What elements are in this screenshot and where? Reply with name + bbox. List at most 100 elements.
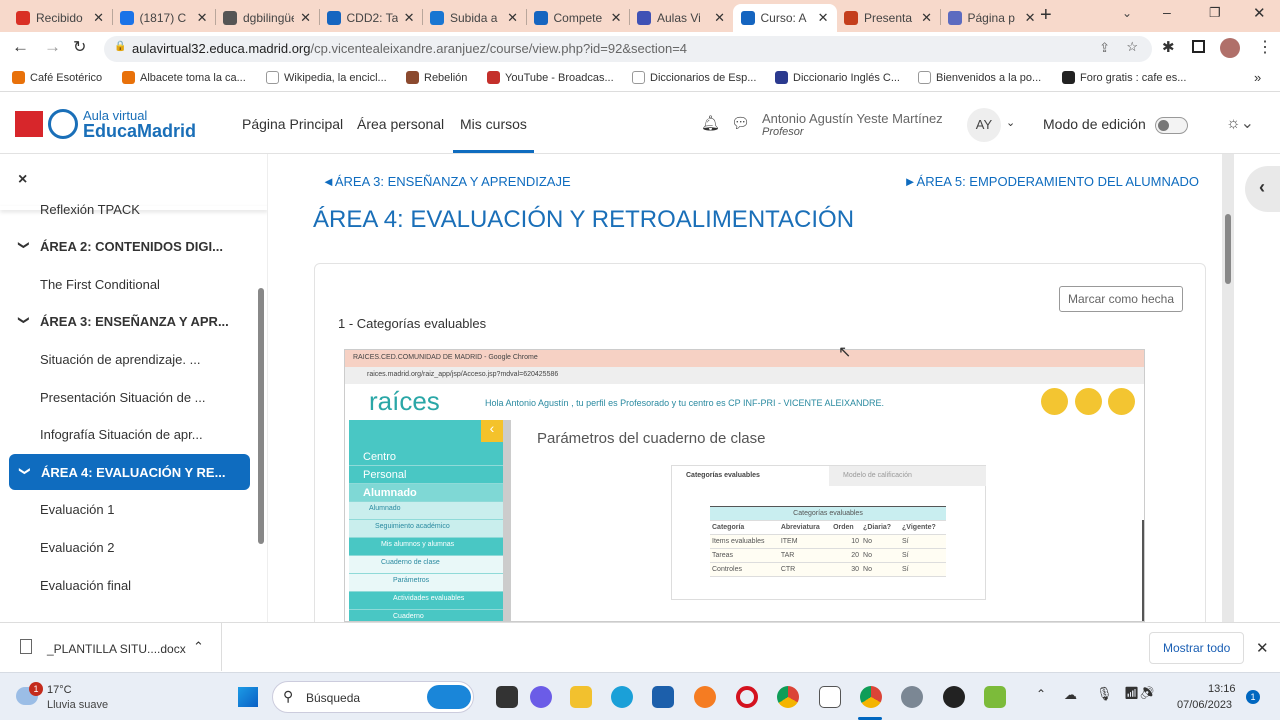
app-icon[interactable] (984, 686, 1006, 708)
theme-icon[interactable]: ☼⌄ (1226, 113, 1254, 133)
settings-icon[interactable] (901, 686, 923, 708)
bookmark-item[interactable]: Wikipedia, la encicl... (266, 71, 387, 84)
clock-date[interactable]: 07/06/2023 (1177, 699, 1232, 711)
firefox-icon[interactable] (694, 686, 716, 708)
browser-tab[interactable]: Aulas Vi ✕ (629, 4, 733, 32)
bookmark-item[interactable]: YouTube - Broadcas... (487, 71, 614, 84)
browser-tab[interactable]: Recibido ✕ (8, 4, 112, 32)
obs-icon[interactable] (943, 686, 965, 708)
file-explorer-icon[interactable] (570, 686, 592, 708)
open-block-drawer-button[interactable]: ‹ (1245, 166, 1280, 212)
chevron-down-icon[interactable]: ❯ (18, 316, 31, 328)
close-download-bar-icon[interactable]: ✕ (1256, 639, 1269, 657)
browser-tab[interactable]: Curso: A ✕ (732, 4, 837, 32)
prev-section-link[interactable]: ◄ÁREA 3: ENSEÑANZA Y APRENDIZAJE (322, 174, 571, 189)
sidebar-activity[interactable]: Evaluación 1 (0, 492, 258, 528)
chevron-down-icon[interactable]: ❯ (18, 241, 31, 253)
minimize-button[interactable]: – (1163, 4, 1171, 20)
forward-icon[interactable]: → (44, 37, 61, 57)
url-input[interactable]: 🔒 aulavirtual32.educa.madrid.org/cp.vicen… (104, 36, 1152, 62)
close-tab-icon[interactable]: ✕ (714, 10, 725, 26)
bookmark-item[interactable]: Albacete toma la ca... (122, 71, 246, 84)
bookmark-item[interactable]: Diccionarios de Esp... (632, 71, 756, 84)
chevron-down-icon[interactable]: ❯ (19, 466, 32, 478)
sidebar-activity[interactable]: The First Conditional (0, 266, 258, 302)
close-tab-icon[interactable]: ✕ (921, 10, 932, 26)
sidebar-section[interactable]: ❯ ÁREA 2: CONTENIDOS DIGI... (0, 229, 258, 265)
nav-mis-cursos[interactable]: Mis cursos (460, 116, 527, 132)
bookmark-item[interactable]: Café Esotérico (12, 71, 102, 84)
wifi-volume-icon[interactable]: 📶︎🔊︎ (1124, 686, 1154, 700)
browser-tab[interactable]: Presenta ✕ (836, 4, 940, 32)
close-drawer-button[interactable]: × (18, 171, 27, 189)
nav-pagina-principal[interactable]: Página Principal (242, 116, 343, 132)
chrome-profile-icon[interactable] (860, 686, 882, 708)
sidebar-activity[interactable]: Situación de aprendizaje. ... (0, 341, 258, 377)
close-tab-icon[interactable]: ✕ (197, 10, 208, 26)
sidebar-activity[interactable]: Presentación Situación de ... (0, 379, 258, 415)
browser-tab[interactable]: (1817) C ✕ (112, 4, 216, 32)
user-menu-chevron-icon[interactable]: ⌄ (1006, 116, 1015, 129)
bookmark-item[interactable]: Diccionario Inglés C... (775, 71, 900, 84)
close-tab-icon[interactable]: ✕ (404, 10, 415, 26)
close-tab-icon[interactable]: ✕ (93, 10, 104, 26)
browser-tab[interactable]: Compete ✕ (526, 4, 630, 32)
onedrive-icon[interactable]: ☁ (1064, 687, 1077, 703)
store-icon[interactable] (652, 686, 674, 708)
taskbar-search[interactable]: ⚲ Búsqueda (272, 681, 474, 713)
task-view-icon[interactable] (496, 686, 518, 708)
bookmark-star-icon[interactable]: ☆ (1126, 39, 1138, 55)
microphone-icon[interactable]: 🎙︎ (1096, 686, 1113, 702)
bookmark-item[interactable]: Foro gratis : cafe es... (1062, 71, 1186, 84)
edge-icon[interactable] (611, 686, 633, 708)
user-avatar[interactable]: AY (967, 108, 1001, 142)
back-icon[interactable]: ← (12, 37, 29, 57)
side-panel-icon[interactable] (1192, 40, 1205, 53)
bookmark-item[interactable]: Bienvenidos a la po... (918, 71, 1041, 84)
sidebar-scrollbar[interactable] (258, 288, 264, 544)
sidebar-activity[interactable]: Evaluación final (0, 567, 258, 603)
close-window-button[interactable]: ✕ (1253, 4, 1266, 22)
close-tab-icon[interactable]: ✕ (611, 10, 622, 26)
bookmark-item[interactable]: Rebelión (406, 71, 467, 84)
sidebar-activity[interactable]: Reflexión TPACK (0, 191, 258, 227)
more-bookmarks-icon[interactable]: » (1254, 70, 1261, 85)
download-file-name[interactable]: _PLANTILLA SITU....docx (47, 642, 186, 656)
browser-tab[interactable]: CDD2: Ta ✕ (319, 4, 423, 32)
bell-icon[interactable]: 🔔︎ (701, 114, 720, 132)
mark-done-button[interactable]: Marcar como hecha (1058, 286, 1183, 312)
browser-tab[interactable]: dgbilingüe ✕ (215, 4, 319, 32)
reload-icon[interactable]: ↻ (73, 37, 86, 57)
sidebar-activity[interactable]: Infografía Situación de apr... (0, 417, 258, 453)
next-section-link[interactable]: ►ÁREA 5: EMPODERAMIENTO DEL ALUMNADO (904, 174, 1199, 189)
browser-tab[interactable]: Subida a ✕ (422, 4, 526, 32)
teams-icon[interactable] (530, 686, 552, 708)
start-button[interactable] (238, 687, 258, 707)
extensions-icon[interactable]: ✱ (1162, 38, 1175, 56)
tab-search-button[interactable]: ⌄ (1122, 6, 1132, 20)
notepad-icon[interactable] (819, 686, 841, 708)
close-tab-icon[interactable]: ✕ (300, 10, 311, 26)
nav-area-personal[interactable]: Área personal (357, 116, 444, 132)
sidebar-section[interactable]: ❯ ÁREA 3: ENSEÑANZA Y APR... (0, 304, 258, 340)
share-icon[interactable]: ⇪ (1099, 40, 1110, 56)
notification-badge[interactable]: 1 (1246, 690, 1260, 704)
close-tab-icon[interactable]: ✕ (1025, 10, 1036, 26)
browser-tab[interactable]: Página p ✕ (940, 4, 1044, 32)
close-tab-icon[interactable]: ✕ (818, 10, 829, 26)
maximize-button[interactable]: ❐ (1209, 5, 1221, 21)
show-all-downloads-button[interactable]: Mostrar todo (1149, 632, 1245, 664)
sidebar-section[interactable]: ❯ ÁREA 4: EVALUACIÓN Y RE... (9, 454, 250, 491)
opera-icon[interactable] (736, 686, 758, 708)
logo-line2[interactable]: EducaMadrid (83, 121, 196, 142)
menu-icon[interactable]: ⋮ (1257, 37, 1273, 57)
profile-avatar[interactable] (1220, 38, 1240, 58)
close-tab-icon[interactable]: ✕ (507, 10, 518, 26)
bing-icon[interactable] (427, 685, 471, 709)
chrome-icon[interactable] (777, 686, 799, 708)
sidebar-activity[interactable]: Evaluación 2 (0, 529, 258, 565)
tray-chevron-icon[interactable]: ⌃ (1036, 687, 1046, 701)
edit-mode-toggle[interactable] (1155, 117, 1188, 134)
download-options-chevron-icon[interactable]: ⌃ (193, 639, 204, 655)
page-scrollbar[interactable] (1222, 154, 1234, 622)
